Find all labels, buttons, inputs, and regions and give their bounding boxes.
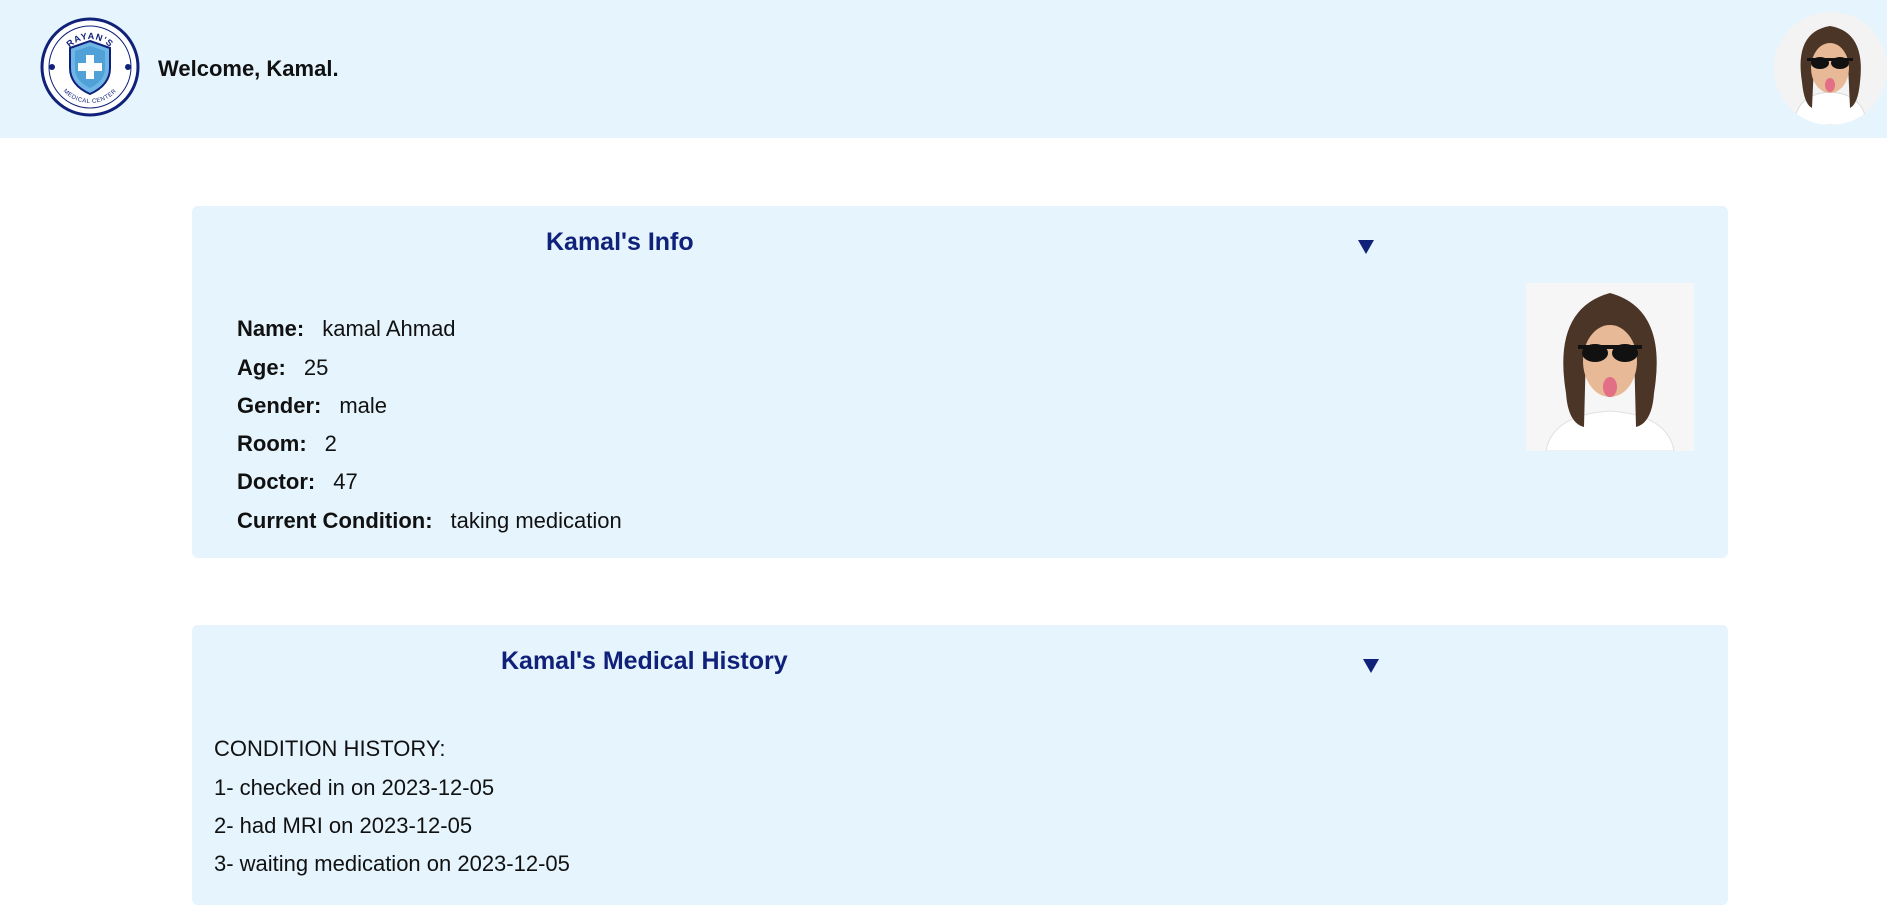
user-avatar-icon bbox=[1774, 12, 1887, 125]
user-avatar[interactable] bbox=[1774, 12, 1887, 125]
field-value: 47 bbox=[333, 469, 358, 494]
history-entry: 3- waiting medication on 2023-12-05 bbox=[214, 851, 570, 876]
field-gender: Gender: male bbox=[237, 393, 387, 419]
field-value: taking medication bbox=[450, 508, 622, 533]
medical-history-card: Kamal's Medical History CONDITION HISTOR… bbox=[192, 625, 1728, 905]
field-label: Age: bbox=[237, 355, 286, 380]
triangle-down-icon bbox=[1363, 659, 1379, 673]
field-name: Name: kamal Ahmad bbox=[237, 316, 456, 342]
patient-info-card: Kamal's Info Name: kamal Ahmad Age: 25 Gen… bbox=[192, 206, 1728, 558]
field-doctor: Doctor: 47 bbox=[237, 469, 358, 495]
field-label: Gender: bbox=[237, 393, 322, 418]
patient-photo bbox=[1526, 283, 1694, 451]
top-header: RAYAN'S MEDICAL CENTER Welcome, Kamal. bbox=[0, 0, 1887, 138]
condition-history-heading: CONDITION HISTORY: bbox=[214, 736, 446, 761]
history-card-title: Kamal's Medical History bbox=[501, 647, 788, 675]
field-value: 25 bbox=[303, 355, 329, 380]
field-room: Room: 2 bbox=[237, 431, 337, 457]
field-label: Room: bbox=[237, 431, 307, 456]
history-collapse-toggle[interactable] bbox=[1358, 652, 1384, 678]
triangle-down-icon bbox=[1358, 240, 1374, 254]
field-label: Name: bbox=[237, 316, 305, 341]
shield-cross-icon: RAYAN'S MEDICAL CENTER bbox=[40, 17, 140, 117]
history-entry: 1- checked in on 2023-12-05 bbox=[214, 775, 495, 800]
field-label: Doctor: bbox=[237, 469, 316, 494]
info-collapse-toggle[interactable] bbox=[1353, 233, 1379, 259]
patient-photo-icon bbox=[1526, 283, 1694, 451]
field-current-condition: Current Condition: taking medication bbox=[237, 508, 622, 534]
field-value: kamal Ahmad bbox=[322, 316, 456, 341]
info-card-title: Kamal's Info bbox=[546, 228, 694, 256]
medical-center-logo[interactable]: RAYAN'S MEDICAL CENTER bbox=[40, 17, 140, 117]
field-value: male bbox=[339, 393, 388, 418]
welcome-message: Welcome, Kamal. bbox=[158, 56, 339, 81]
history-entry: 2- had MRI on 2023-12-05 bbox=[214, 813, 473, 838]
field-value: 2 bbox=[324, 431, 337, 456]
field-age: Age: 25 bbox=[237, 355, 328, 381]
field-label: Current Condition: bbox=[237, 508, 433, 533]
